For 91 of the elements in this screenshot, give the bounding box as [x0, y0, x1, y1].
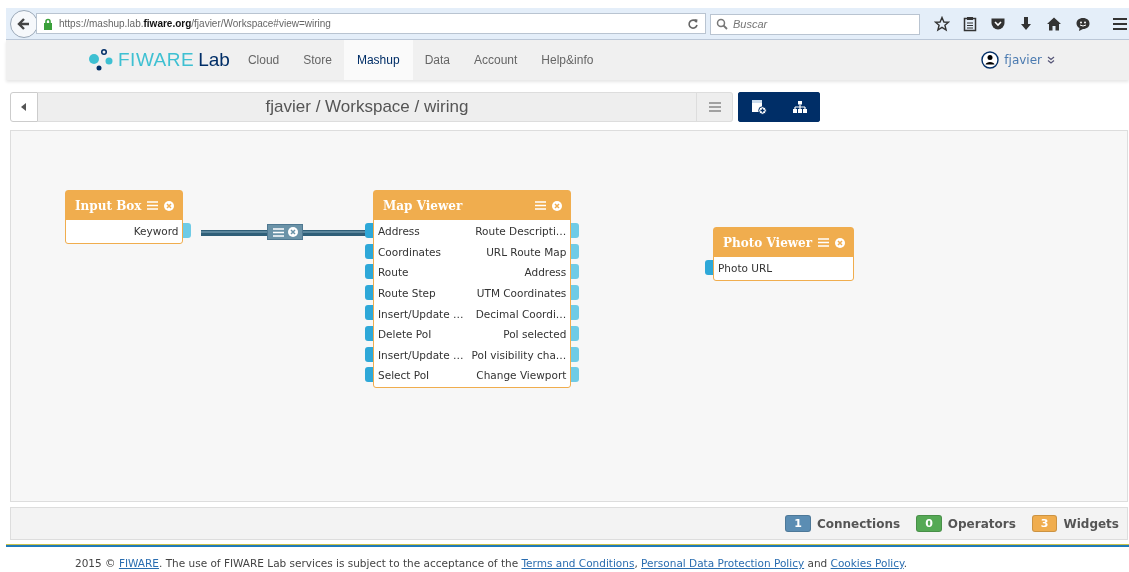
back-arrow-icon [17, 16, 31, 31]
endpoint-label: Address [523, 266, 568, 279]
address-bar[interactable]: https://mashup.lab.fiware.org/fjavier/Workspace#view=wiring [36, 13, 706, 34]
reload-icon[interactable] [687, 17, 699, 30]
endpoint-label: Insert/Update … [377, 307, 465, 320]
download-icon[interactable] [1019, 15, 1033, 32]
output-endpoint[interactable] [571, 346, 580, 362]
endpoint-label: Photo URL [717, 262, 774, 275]
count-badge: 3 [1031, 515, 1058, 532]
back-button[interactable] [10, 9, 38, 38]
breadcrumb: fjavier / Workspace / wiring [265, 97, 469, 117]
endpoint-label: Change Viewport [475, 369, 568, 382]
endpoint-label: Decimal Coordi… [474, 307, 568, 320]
endpoint-label: Delete PoI [377, 328, 433, 341]
nav-tab[interactable]: Help&info [529, 40, 606, 80]
input-endpoint[interactable] [365, 284, 373, 300]
hierarchy-icon [792, 101, 807, 113]
input-endpoint[interactable] [365, 325, 373, 341]
count-label: Operators [947, 516, 1016, 531]
node-title: Map Viewer [383, 198, 464, 213]
output-endpoint[interactable] [571, 243, 580, 259]
connection-handle[interactable] [267, 224, 303, 240]
search-field[interactable]: Buscar [710, 13, 920, 35]
caret-icon [21, 103, 27, 111]
chevron-icon[interactable] [1047, 56, 1055, 64]
input-endpoint[interactable] [705, 260, 713, 275]
home-icon[interactable] [1046, 15, 1062, 32]
endpoint-label: Coordinates [377, 245, 443, 258]
menu-button[interactable] [697, 92, 733, 122]
menu-icon [708, 102, 721, 112]
close-icon[interactable] [552, 200, 563, 211]
search-icon [716, 18, 728, 30]
output-endpoint[interactable] [571, 223, 580, 238]
url-text: https://mashup.lab.fiware.org/fjavier/Workspace#view=wiring [59, 18, 332, 29]
endpoint-label: UTM Coordinates [475, 287, 568, 300]
endpoint-label: Keyword [132, 225, 180, 238]
menu-icon[interactable] [1112, 16, 1128, 31]
output-endpoint[interactable] [183, 223, 192, 238]
back-button[interactable] [10, 92, 38, 122]
node-title: Input Box [75, 198, 142, 213]
widget-node[interactable]: Photo Viewer Photo URL [713, 227, 855, 281]
footer-link[interactable]: Cookies Policy [830, 557, 904, 569]
output-endpoint[interactable] [571, 325, 580, 341]
count-badge: 1 [785, 515, 811, 532]
lock-icon [43, 17, 53, 30]
endpoint-label: Route [377, 266, 410, 279]
input-endpoint[interactable] [365, 346, 373, 362]
output-endpoint[interactable] [571, 367, 580, 383]
clipboard-icon[interactable] [963, 15, 977, 32]
input-endpoint[interactable] [365, 367, 373, 383]
output-endpoint[interactable] [571, 305, 580, 321]
close-icon [287, 227, 298, 237]
user-menu[interactable]: fjavier [1004, 53, 1042, 67]
endpoint-label: URL Route Map [485, 245, 568, 258]
input-endpoint[interactable] [365, 223, 373, 238]
output-endpoint[interactable] [571, 264, 580, 280]
nav-tab[interactable]: Account [462, 40, 530, 80]
endpoint-label: PoI selected [502, 328, 568, 341]
nav-tab[interactable]: Mashup [343, 40, 413, 80]
close-icon[interactable] [835, 237, 846, 248]
widget-node[interactable] [373, 190, 572, 388]
nav-tab[interactable]: Data [412, 40, 462, 80]
endpoint-label: Select PoI [377, 369, 431, 382]
footer-text: 2015 © FIWARE. The use of FIWARE Lab services is subject to the acceptance of the Terms and Conditions, Personal Data Protection Policy and Cookies Policy. [75, 557, 909, 569]
output-endpoint[interactable] [571, 284, 580, 300]
user-icon[interactable] [981, 51, 1000, 69]
add-icon [750, 99, 767, 115]
star-icon[interactable] [934, 15, 950, 32]
endpoint-label: Route Step [377, 287, 437, 300]
close-icon[interactable] [164, 200, 175, 211]
footer-link[interactable]: FIWARE [118, 557, 159, 569]
input-endpoint[interactable] [365, 305, 373, 321]
endpoint-label: Address [377, 225, 421, 238]
widget-node[interactable]: Input Box Keyword [65, 190, 184, 244]
endpoint-label: Route Descripti… [474, 225, 568, 238]
logo-text: FIWARE [118, 49, 195, 71]
input-endpoint[interactable] [365, 264, 373, 280]
footer-link[interactable]: Personal Data Protection Policy [641, 557, 805, 569]
endpoint-label: Insert/Update … [377, 348, 465, 361]
nav-tab[interactable]: Store [291, 40, 344, 80]
count-badge: 0 [916, 515, 942, 532]
node-title: Photo Viewer [723, 235, 813, 250]
logo-suffix: Lab [198, 49, 230, 71]
nav-tab[interactable]: Cloud [235, 40, 292, 80]
input-endpoint[interactable] [365, 243, 373, 259]
menu-icon [272, 227, 284, 237]
chat-icon[interactable] [1075, 15, 1091, 32]
logo-icon [88, 48, 114, 72]
count-label: Connections [816, 516, 901, 531]
endpoint-label: PoI visibility cha… [470, 348, 568, 361]
count-label: Widgets [1063, 516, 1119, 531]
